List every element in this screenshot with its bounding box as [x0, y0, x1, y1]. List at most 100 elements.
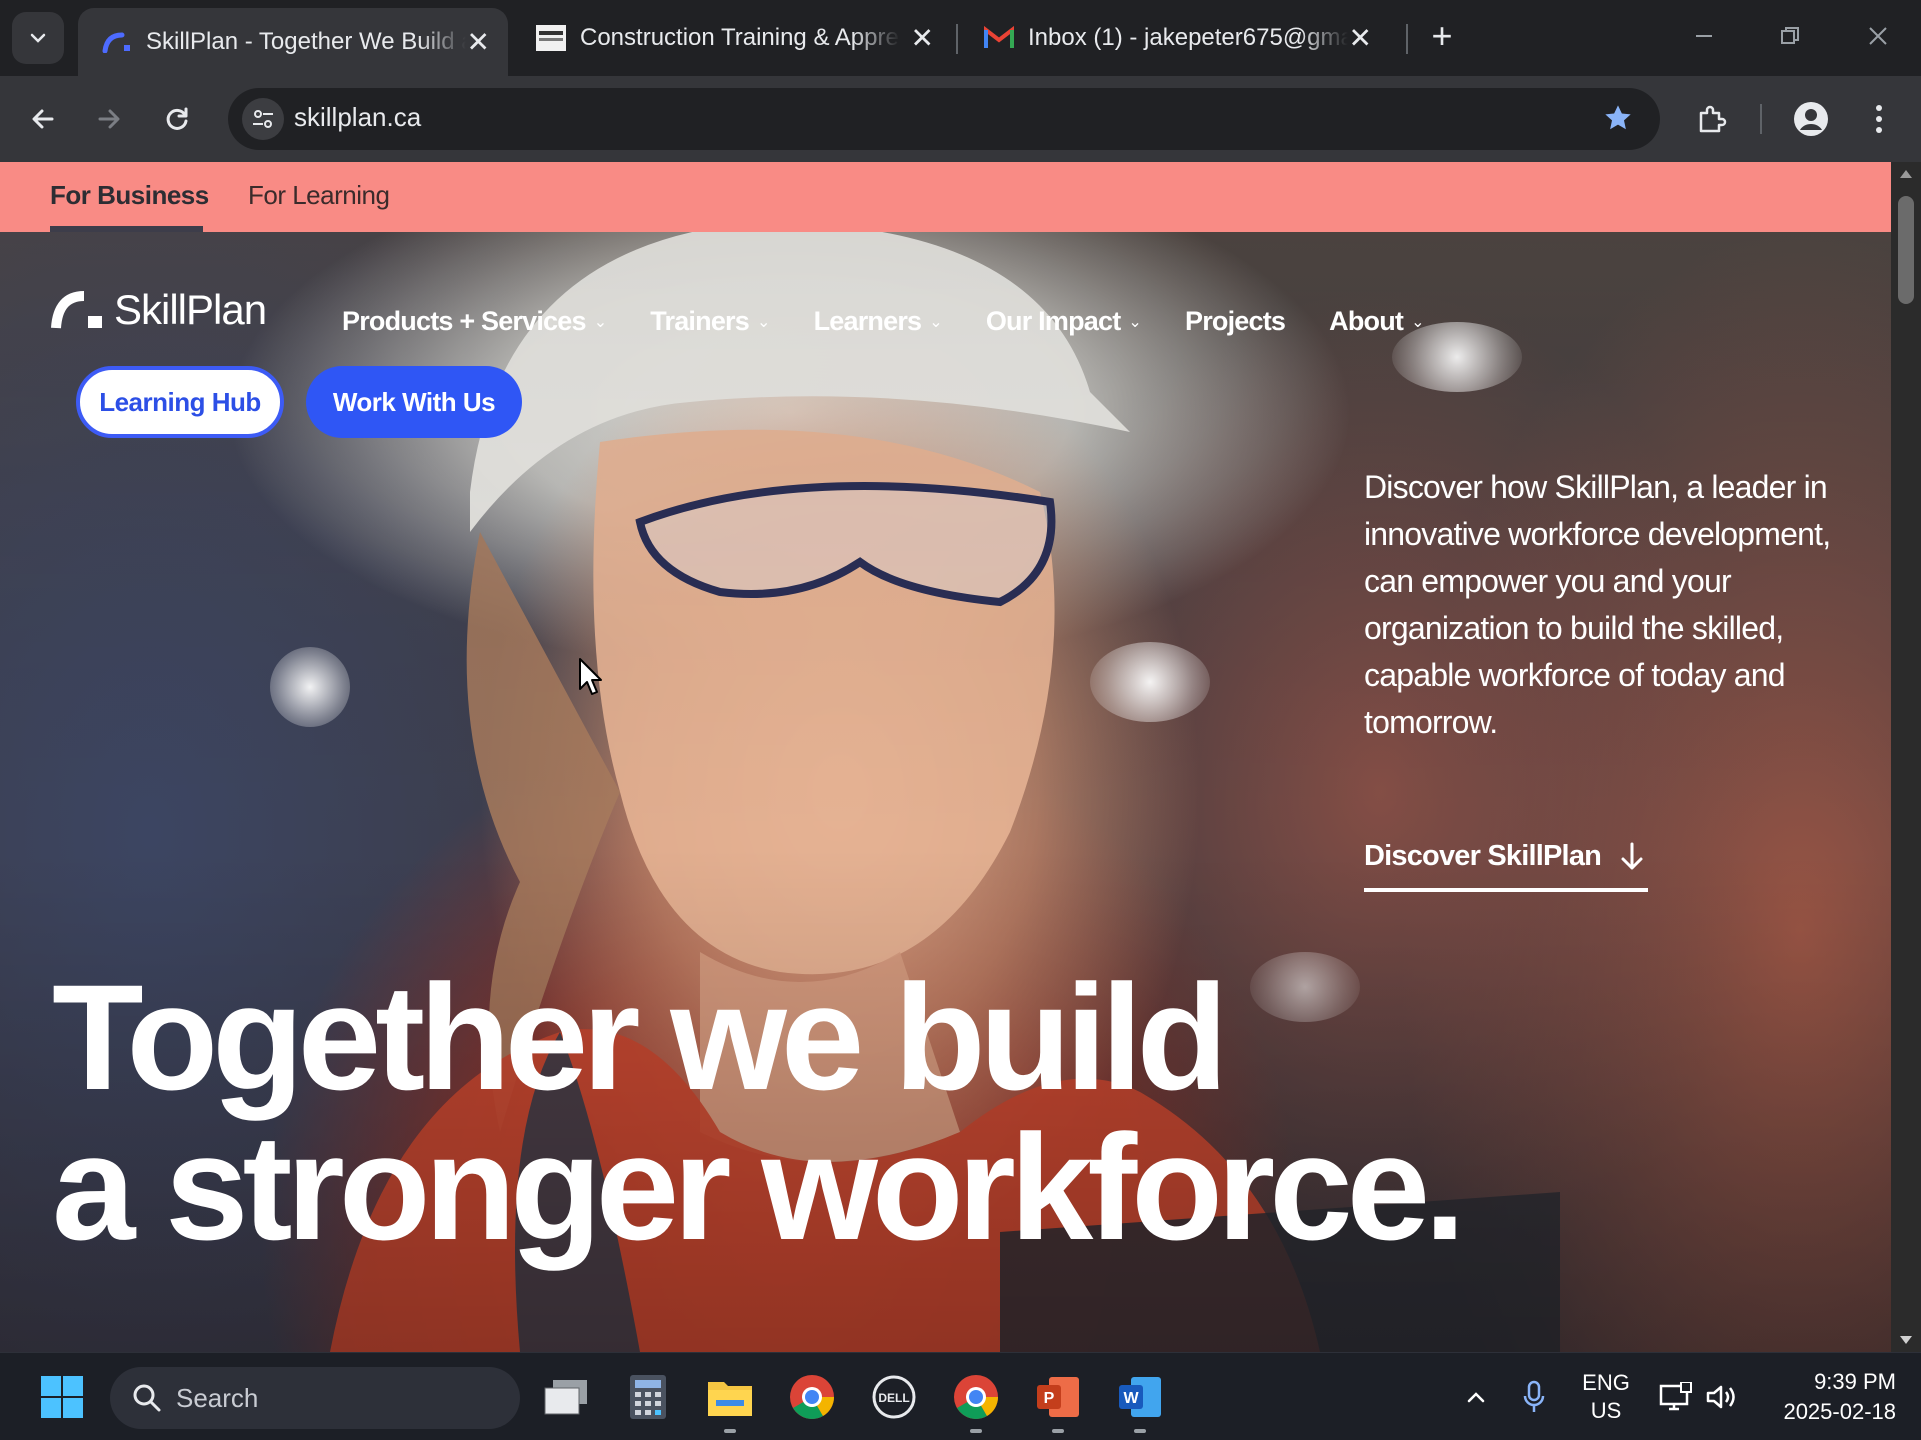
for-learning-link[interactable]: For Learning	[248, 180, 390, 211]
taskbar-search-box[interactable]: Search	[110, 1367, 520, 1429]
work-with-us-button[interactable]: Work With Us	[306, 366, 522, 438]
search-label: Search	[176, 1382, 259, 1413]
forward-button[interactable]	[86, 96, 132, 142]
nav-label: About	[1329, 306, 1404, 336]
windows-logo-icon	[41, 1376, 83, 1418]
powerpoint-app[interactable]: P	[1032, 1371, 1084, 1433]
headline-line-1: Together we build	[52, 953, 1228, 1121]
scroll-down-arrow-icon[interactable]	[1900, 1336, 1912, 1344]
close-tab-icon[interactable]: ✕	[467, 26, 490, 59]
tab-title: Inbox (1) - jakepeter675@gmail	[1028, 24, 1348, 51]
bookmark-star-icon[interactable]	[1602, 102, 1634, 139]
scroll-up-arrow-icon[interactable]	[1900, 170, 1912, 178]
file-explorer-app[interactable]	[704, 1371, 756, 1433]
chrome-app[interactable]	[786, 1371, 838, 1423]
tab-separator	[956, 24, 958, 54]
reload-button[interactable]	[154, 96, 200, 142]
discover-link-underline	[1364, 888, 1648, 892]
tab-title: SkillPlan - Together We Build a	[146, 28, 466, 55]
clock-time: 9:39 PM	[1814, 1369, 1896, 1394]
svg-text:P: P	[1044, 1390, 1055, 1407]
audience-switcher: For Business For Learning	[0, 162, 1891, 232]
network-monitor-icon	[1659, 1382, 1692, 1411]
close-window-button[interactable]	[1848, 14, 1908, 58]
nav-products-services[interactable]: Products + Services ⌄	[342, 306, 607, 337]
word-icon: W	[1119, 1377, 1161, 1417]
skillplan-logo[interactable]: SkillPlan	[50, 286, 267, 334]
language-code: ENG	[1582, 1370, 1630, 1395]
search-icon	[133, 1384, 161, 1412]
ctao-favicon-icon	[536, 23, 566, 53]
speaker-icon	[1706, 1385, 1735, 1409]
show-hidden-icons-button[interactable]	[1448, 1371, 1504, 1423]
address-bar[interactable]: skillplan.ca	[228, 88, 1660, 150]
chevron-down-icon: ⌄	[929, 313, 942, 331]
browser-tab-strip: SkillPlan - Together We Build a ✕ Constr…	[0, 0, 1921, 76]
nav-learners[interactable]: Learners ⌄	[813, 306, 943, 337]
hero-intro-text: Discover how SkillPlan, a leader in inno…	[1364, 469, 1831, 740]
web-page: For Business For Learning SkillPlan Prod…	[0, 162, 1921, 1352]
discover-link-label: Discover SkillPlan	[1364, 840, 1602, 872]
discover-skillplan-link[interactable]: Discover SkillPlan	[1364, 840, 1645, 873]
chrome-icon	[954, 1375, 998, 1419]
chrome-app-2[interactable]	[950, 1371, 1002, 1433]
start-button[interactable]	[40, 1375, 84, 1424]
hero-section: SkillPlan Products + Services ⌄ Trainers ⌄…	[0, 232, 1891, 1352]
tune-icon	[253, 110, 273, 128]
running-indicator	[1052, 1429, 1064, 1433]
close-tab-icon[interactable]: ✕	[911, 22, 934, 55]
restore-icon	[1781, 27, 1799, 44]
scrollbar-thumb[interactable]	[1898, 196, 1914, 304]
tab-search-button[interactable]	[12, 12, 64, 64]
back-button[interactable]	[20, 96, 66, 142]
nav-label: Learners	[813, 306, 922, 336]
volume-button[interactable]	[1696, 1371, 1748, 1423]
nav-label: Trainers	[650, 306, 749, 336]
microphone-button[interactable]	[1508, 1371, 1560, 1423]
page-scrollbar[interactable]	[1891, 162, 1921, 1352]
region-code: US	[1590, 1398, 1622, 1423]
microphone-icon	[1523, 1380, 1545, 1412]
tab-construction-training[interactable]: Construction Training & Appren ✕	[512, 8, 952, 68]
learning-hub-button[interactable]: Learning Hub	[76, 366, 284, 438]
close-tab-icon[interactable]: ✕	[1349, 22, 1372, 55]
nav-projects[interactable]: Projects	[1185, 306, 1286, 337]
browser-menu-button[interactable]	[1856, 96, 1902, 142]
restore-button[interactable]	[1760, 14, 1820, 58]
calculator-app[interactable]	[622, 1371, 674, 1423]
extensions-button[interactable]	[1688, 96, 1734, 142]
skillplan-logo-mark-icon	[51, 291, 102, 329]
file-explorer-icon	[708, 1382, 752, 1416]
new-tab-button[interactable]: +	[1420, 14, 1464, 58]
profile-avatar-icon	[1794, 102, 1828, 136]
nav-label: Products + Services	[342, 306, 586, 336]
chevron-down-icon: ⌄	[756, 313, 770, 331]
nav-label: Projects	[1185, 306, 1286, 336]
skillplan-favicon-icon	[102, 27, 132, 57]
screen: SkillPlan - Together We Build a ✕ Constr…	[0, 0, 1921, 1440]
arrow-left-icon	[32, 109, 54, 129]
nav-our-impact[interactable]: Our Impact ⌄	[986, 306, 1142, 337]
language-indicator[interactable]: ENG US	[1570, 1369, 1642, 1425]
for-business-link[interactable]: For Business	[50, 180, 209, 211]
network-button[interactable]	[1650, 1371, 1702, 1423]
profile-button[interactable]	[1788, 96, 1834, 142]
logo-wordmark: SkillPlan	[114, 286, 267, 333]
arrow-down-icon	[1621, 842, 1643, 869]
minimize-button[interactable]	[1674, 14, 1734, 58]
clock-date: 2025-02-18	[1783, 1399, 1896, 1424]
dell-app[interactable]: DELL	[868, 1371, 920, 1423]
tab-skillplan[interactable]: SkillPlan - Together We Build a ✕	[78, 8, 508, 76]
nav-trainers[interactable]: Trainers ⌄	[650, 306, 770, 337]
word-app[interactable]: W	[1114, 1371, 1166, 1433]
mouse-cursor-icon	[578, 657, 604, 702]
task-view-button[interactable]	[540, 1371, 592, 1423]
url-text[interactable]: skillplan.ca	[294, 102, 421, 133]
site-settings-button[interactable]	[242, 98, 284, 140]
running-indicator	[1134, 1429, 1146, 1433]
tab-separator	[1406, 24, 1408, 54]
clock[interactable]: 9:39 PM 2025-02-18	[1756, 1367, 1896, 1427]
chevron-up-icon	[1467, 1392, 1485, 1403]
tab-gmail-inbox[interactable]: Inbox (1) - jakepeter675@gmail ✕	[960, 8, 1390, 68]
nav-about[interactable]: About ⌄	[1329, 306, 1424, 337]
